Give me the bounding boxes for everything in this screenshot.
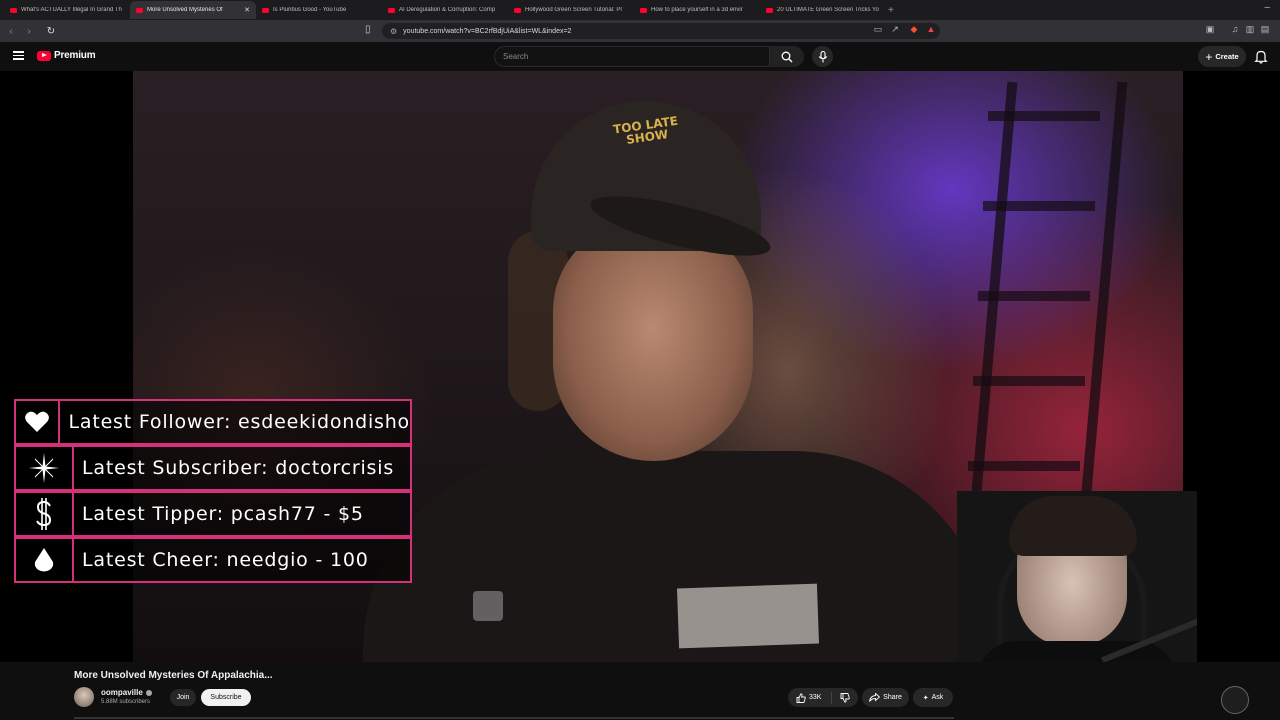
stream-alerts-overlay: Latest Follower: esdeekidondisho Latest … (14, 399, 412, 583)
ladder-graphic (988, 111, 1100, 121)
youtube-favicon-icon (136, 7, 143, 13)
join-button[interactable]: Join (170, 689, 196, 706)
back-icon[interactable]: ‹ (4, 24, 18, 38)
create-button[interactable]: + Create (1198, 46, 1246, 67)
share-button[interactable]: Share (862, 688, 909, 707)
alert-text: Latest Follower: esdeekidondisho (68, 411, 410, 433)
sparkle-small-icon: ✦ (922, 694, 929, 702)
alert-text: Latest Tipper: pcash77 - $5 (82, 503, 364, 525)
address-bar[interactable]: ⚙ youtube.com/watch?v=BC2rfBdjUiA&list=W… (382, 23, 940, 39)
cast-icon[interactable]: ▭ (872, 24, 884, 38)
ladder-graphic (983, 201, 1095, 211)
site-settings-icon[interactable]: ⚙ (390, 27, 397, 36)
like-count: 33K (809, 694, 822, 701)
browser-tab[interactable]: How to place yourself in a 3d envir (634, 1, 760, 19)
share-page-icon[interactable]: ↗ (889, 24, 901, 38)
scroll-indicator (74, 717, 954, 719)
voice-search-button[interactable] (812, 46, 833, 67)
forward-icon[interactable]: › (22, 24, 36, 38)
latest-follower-alert: Latest Follower: esdeekidondisho (14, 399, 412, 445)
miniplayer-dial-icon[interactable] (1221, 686, 1249, 714)
media-icon[interactable]: ♫ (1229, 24, 1241, 38)
webcam-overlay (957, 491, 1197, 662)
youtube-favicon-icon (388, 7, 395, 13)
bookmark-icon[interactable]: ▯ (365, 24, 377, 38)
browser-toolbar: ‹ › ↻ ▯ ⚙ youtube.com/watch?v=BC2rfBdjUi… (0, 20, 1280, 42)
menu-icon[interactable] (13, 51, 24, 60)
search-input[interactable]: Search (494, 46, 770, 67)
streamer-hair (1009, 496, 1137, 556)
thumbs-up-icon (796, 692, 806, 703)
subscribe-button[interactable]: Subscribe (201, 689, 251, 706)
shirt-print (676, 583, 820, 649)
ladder-graphic (978, 291, 1090, 301)
rewards-icon[interactable]: ▲ (925, 24, 937, 38)
brave-shield-icon[interactable]: ◆ (908, 24, 920, 38)
alert-text: Latest Subscriber: doctorcrisis (82, 457, 395, 479)
heart-icon (25, 411, 50, 432)
youtube-favicon-icon (262, 7, 269, 13)
notifications-bell-icon[interactable] (1254, 49, 1268, 64)
browser-tab[interactable]: AI Deregulation & Corruption: Comp (382, 1, 508, 19)
channel-avatar[interactable] (74, 687, 94, 707)
youtube-play-icon (37, 50, 51, 61)
search-icon (781, 51, 793, 62)
search-button[interactable] (770, 46, 804, 67)
diamond-icon (34, 548, 54, 572)
sparkle-icon (29, 453, 59, 483)
browser-tab-active[interactable]: More Unsolved Mysteries Of ✕ (130, 1, 256, 19)
subscriber-count: 5.88M subscribers (101, 699, 151, 705)
youtube-favicon-icon (514, 7, 521, 13)
new-tab-icon[interactable]: + (888, 5, 894, 16)
youtube-masthead: Premium Search + Create (0, 42, 1280, 71)
latest-subscriber-alert: Latest Subscriber: doctorcrisis (14, 445, 412, 491)
close-tab-icon[interactable]: ✕ (244, 6, 250, 14)
youtube-favicon-icon (766, 7, 773, 13)
youtube-favicon-icon (10, 7, 17, 13)
youtube-premium-logo[interactable]: Premium (37, 50, 96, 61)
browser-tab[interactable]: 20 ULTIMATE Green Screen Tricks Yo (760, 1, 886, 19)
browser-tab[interactable]: Hollywood Green Screen Tutorial: Pr (508, 1, 634, 19)
sidebar-icon[interactable]: ▥ (1244, 24, 1256, 38)
channel-name[interactable]: oompaville (101, 688, 152, 697)
wallet-icon[interactable]: ▤ (1259, 24, 1271, 38)
microphone-icon (818, 50, 827, 62)
shirt-print (473, 591, 503, 621)
dislike-button[interactable] (832, 692, 858, 703)
plus-icon: + (1205, 49, 1213, 64)
ask-button[interactable]: ✦ Ask (913, 688, 953, 707)
browser-tab[interactable]: What's ACTUALLY Illegal In Grand Th (4, 1, 130, 19)
like-button[interactable]: 33K (788, 691, 832, 704)
dollar-icon (36, 498, 52, 530)
ladder-graphic (968, 461, 1080, 471)
video-player[interactable]: TOO LATE SHOW Latest Follower: esdeekido… (0, 71, 1280, 662)
browser-tab[interactable]: Is Pluribus Good - YouTube (256, 1, 382, 19)
thumbs-down-icon (840, 692, 850, 703)
share-arrow-icon (869, 693, 881, 702)
video-title: More Unsolved Mysteries Of Appalachia... (74, 670, 273, 681)
browser-tab-strip: What's ACTUALLY Illegal In Grand Th More… (0, 0, 1280, 20)
host-face (553, 221, 753, 461)
screenshot-icon[interactable]: ▣ (1204, 24, 1216, 38)
minimize-window-icon[interactable]: – (1264, 2, 1270, 13)
latest-cheer-alert: Latest Cheer: needgio - 100 (14, 537, 412, 583)
alert-text: Latest Cheer: needgio - 100 (82, 549, 369, 571)
ladder-graphic (973, 376, 1085, 386)
like-dislike-group: 33K (788, 688, 858, 707)
video-info-bar: More Unsolved Mysteries Of Appalachia...… (0, 662, 1280, 720)
reload-icon[interactable]: ↻ (44, 24, 58, 38)
latest-tipper-alert: Latest Tipper: pcash77 - $5 (14, 491, 412, 537)
verified-badge-icon (145, 689, 152, 696)
youtube-favicon-icon (640, 7, 647, 13)
url-text: youtube.com/watch?v=BC2rfBdjUiA&list=WL&… (403, 27, 572, 35)
